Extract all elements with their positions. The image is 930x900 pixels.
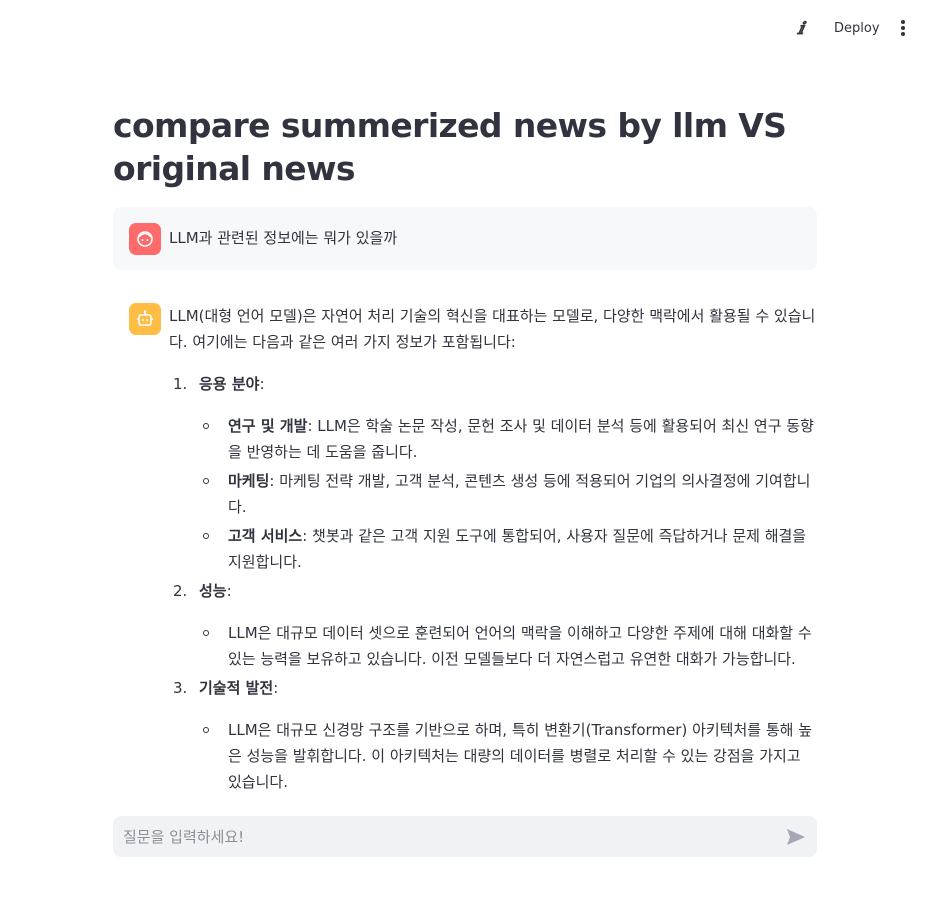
deploy-button[interactable]: Deploy [824,16,890,42]
list-item: 3. 기술적 발전: LLM은 대규모 신경망 구조를 기반으로 하며, 특히 … [169,675,817,795]
item-label: 연구 및 개발 [228,417,308,435]
user-face-icon [129,223,161,255]
assistant-message-body: LLM(대형 언어 모델)은 자연어 처리 기술의 혁신을 대표하는 모델로, … [169,303,817,798]
item-text: : LLM은 학술 논문 작성, 문헌 조사 및 데이터 분석 등에 활용되어 … [228,417,814,461]
section-heading: 기술적 발전 [199,679,274,697]
item-text: LLM은 대규모 신경망 구조를 기반으로 하며, 특히 변환기(Transfo… [228,721,813,791]
item-text: LLM은 대규모 데이터 셋으로 훈련되어 언어의 맥락을 이해하고 다양한 주… [228,624,812,668]
item-label: 고객 서비스 [228,527,303,545]
section-heading: 응용 분야 [199,375,260,393]
list-item: 2. 성능: LLM은 대규모 데이터 셋으로 훈련되어 언어의 맥락을 이해하… [169,578,817,672]
chat-input-container [113,816,817,857]
robot-icon [129,303,161,335]
item-text: : 마케팅 전략 개발, 고객 분석, 콘텐츠 생성 등에 적용되어 기업의 의… [228,472,811,516]
top-toolbar: ⅈ Deploy [0,0,930,58]
info-icon[interactable]: ⅈ [790,18,812,40]
chat-input[interactable] [113,816,763,857]
list-number: 2. [173,582,188,600]
page-title: compare summerized news by llm VS origin… [113,106,787,188]
info-list: 1. 응용 분야: 연구 및 개발: LLM은 학술 논문 작성, 문헌 조사 … [169,371,817,795]
user-message-text: LLM과 관련된 정보에는 뭐가 있을까 [169,229,398,247]
section-heading: 성능 [199,582,227,600]
list-item: 고객 서비스: 챗봇과 같은 고객 지원 도구에 통합되어, 사용자 질문에 즉… [199,523,817,575]
list-item: 마케팅: 마케팅 전략 개발, 고객 분석, 콘텐츠 생성 등에 적용되어 기업… [199,468,817,520]
assistant-intro: LLM(대형 언어 모델)은 자연어 처리 기술의 혁신을 대표하는 모델로, … [169,307,816,351]
item-text: : 챗봇과 같은 고객 지원 도구에 통합되어, 사용자 질문에 즉답하거나 문… [228,527,807,571]
send-arrow-icon[interactable] [785,826,807,848]
assistant-message: LLM(대형 언어 모델)은 자연어 처리 기술의 혁신을 대표하는 모델로, … [113,303,817,798]
list-number: 3. [173,679,188,697]
list-item: LLM은 대규모 신경망 구조를 기반으로 하며, 특히 변환기(Transfo… [199,717,817,795]
list-item: 연구 및 개발: LLM은 학술 논문 작성, 문헌 조사 및 데이터 분석 등… [199,413,817,465]
list-item: 1. 응용 분야: 연구 및 개발: LLM은 학술 논문 작성, 문헌 조사 … [169,371,817,575]
user-message: LLM과 관련된 정보에는 뭐가 있을까 [113,207,817,270]
item-label: 마케팅 [228,472,270,490]
list-number: 1. [173,375,188,393]
list-item: LLM은 대규모 데이터 셋으로 훈련되어 언어의 맥락을 이해하고 다양한 주… [199,620,817,672]
vertical-ellipsis-icon[interactable] [895,18,911,40]
